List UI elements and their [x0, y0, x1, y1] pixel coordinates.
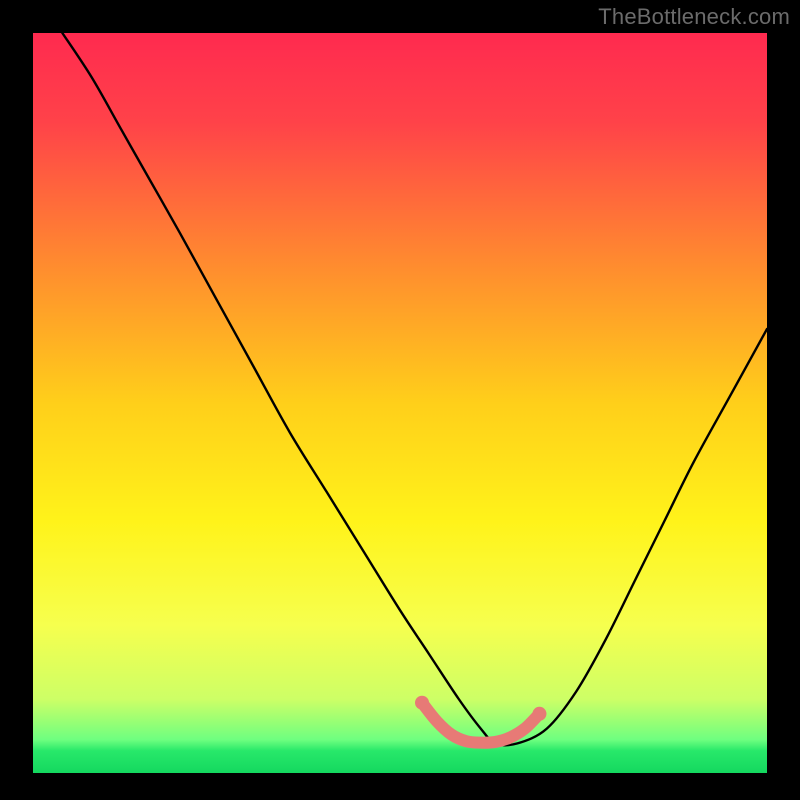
border-left [0, 0, 33, 800]
marker-endpoint [415, 696, 429, 710]
gradient-background [33, 33, 767, 773]
marker-endpoint [532, 707, 546, 721]
chart-frame: TheBottleneck.com [0, 0, 800, 800]
border-bottom [0, 773, 800, 800]
bottleneck-chart [0, 0, 800, 800]
watermark-label: TheBottleneck.com [598, 4, 790, 30]
border-right [767, 0, 800, 800]
